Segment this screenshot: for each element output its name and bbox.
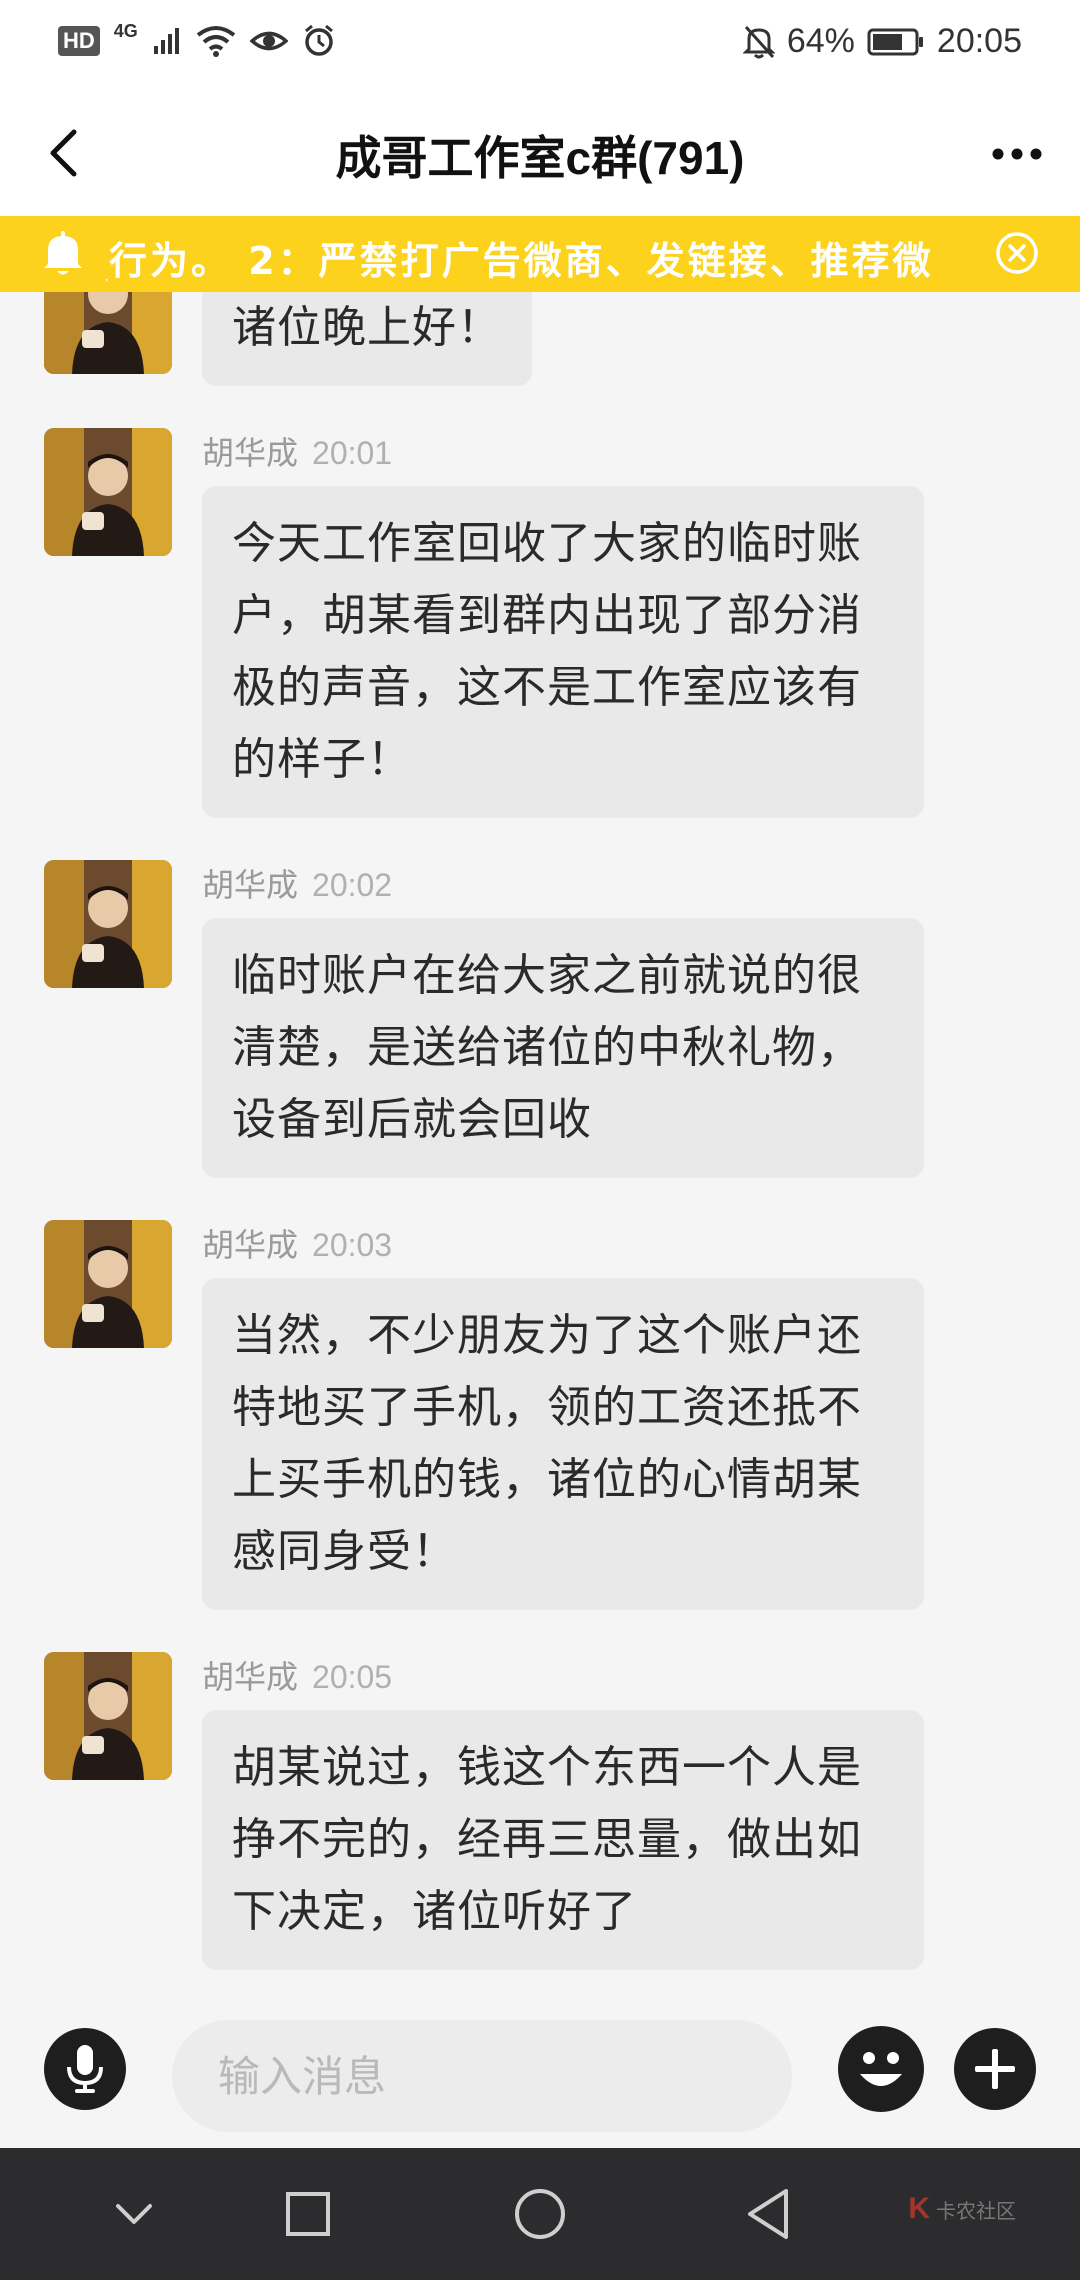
sender-line: 胡华成 20:03 [202, 1220, 392, 1266]
sender-name: 胡华成 [202, 1227, 299, 1263]
circle-icon [515, 2189, 565, 2239]
message-bubble[interactable]: 胡某说过，钱这个东西一个人是挣不完的，经再三思量，做出如下决定，诸位听好了 [202, 1710, 924, 1970]
signal-icon [153, 28, 179, 54]
battery-percent: 64% [786, 22, 855, 60]
avatar-image [44, 860, 172, 988]
more-dots-icon [992, 148, 1042, 160]
hd-badge: HD [58, 26, 100, 56]
page-title: 成哥工作室c群(791) [335, 132, 745, 184]
plus-icon [975, 2049, 1015, 2089]
sender-name: 胡华成 [202, 1659, 299, 1695]
avatar[interactable] [44, 428, 172, 556]
notice-text: ׅ行为。 2：严禁打广告微商、发链接、推荐微 [106, 239, 934, 283]
avatar-image [44, 292, 172, 374]
message-bubble[interactable]: 今天工作室回收了大家的临时账户，胡某看到群内出现了部分消极的声音，这不是工作室应… [202, 486, 924, 818]
triangle-back-icon [748, 2189, 788, 2239]
message-bubble[interactable]: 诸位晚上好！ [202, 292, 532, 386]
system-nav-bar: K 卡农社区 [0, 2148, 1080, 2280]
avatar[interactable] [44, 1652, 172, 1780]
battery-icon [867, 28, 923, 55]
wifi-icon [196, 26, 236, 57]
clock-time: 20:05 [936, 22, 1022, 60]
sender-name: 胡华成 [202, 867, 299, 903]
mute-bell-icon [742, 25, 775, 58]
sender-line: 胡华成 20:02 [202, 860, 392, 906]
watermark: K 卡农社区 [908, 2192, 1016, 2226]
eye-icon [249, 31, 288, 51]
square-icon [286, 2192, 330, 2236]
avatar-image [44, 1220, 172, 1348]
sender-line: 胡华成 20:05 [202, 1652, 392, 1698]
notice-text-container: ׅ行为。 2：严禁打广告微商、发链接、推荐微 [106, 216, 974, 292]
status-bar: HD 4G 64% 20:05 [0, 0, 1080, 92]
input-bar [0, 2004, 1080, 2148]
avatar-image [44, 1652, 172, 1780]
sender-name: 胡华成 [202, 435, 299, 471]
watermark-text: 卡农社区 [936, 2198, 1016, 2223]
message-list[interactable]: 诸位晚上好！ 胡华成 20:01 今天工作室回收了大家的临时账户，胡某看到群内出现… [0, 292, 1080, 2004]
avatar[interactable] [44, 1220, 172, 1348]
microphone-icon [67, 2045, 103, 2093]
nav-recents-button[interactable] [276, 2182, 340, 2246]
avatar-image [44, 428, 172, 556]
message-time: 20:05 [312, 1659, 393, 1695]
watermark-logo: K [908, 2192, 930, 2225]
status-bar-left: HD 4G [58, 20, 336, 58]
voice-button[interactable] [44, 2028, 126, 2110]
message-time: 20:01 [312, 435, 393, 471]
avatar[interactable] [44, 292, 172, 374]
message-time: 20:03 [312, 1227, 393, 1263]
bell-icon [44, 231, 82, 275]
nav-home-button[interactable] [508, 2182, 572, 2246]
avatar[interactable] [44, 860, 172, 988]
status-bar-right: 64% 20:05 [742, 22, 1022, 61]
message-time: 20:02 [312, 867, 393, 903]
message-bubble[interactable]: 当然，不少朋友为了这个账户还特地买了手机，领的工资还抵不上买手机的钱，诸位的心情… [202, 1278, 924, 1610]
alarm-icon [304, 24, 333, 56]
close-icon[interactable] [994, 230, 1040, 276]
nav-hide-button[interactable] [102, 2182, 166, 2246]
message-input[interactable] [172, 2020, 792, 2132]
add-button[interactable] [954, 2028, 1036, 2110]
message-bubble[interactable]: 临时账户在给大家之前就说的很清楚，是送给诸位的中秋礼物，设备到后就会回收 [202, 918, 924, 1178]
emoji-button[interactable] [838, 2026, 924, 2112]
notice-banner[interactable]: ׅ行为。 2：严禁打广告微商、发链接、推荐微 [0, 216, 1080, 292]
more-button[interactable] [980, 126, 1054, 182]
chat-header: 成哥工作室c群(791) [0, 92, 1080, 216]
smiley-icon [860, 2052, 902, 2086]
sender-line: 胡华成 20:01 [202, 428, 392, 474]
nav-back-button[interactable] [736, 2182, 800, 2246]
network-type: 4G [113, 20, 138, 41]
chevron-down-icon [116, 2204, 152, 2224]
